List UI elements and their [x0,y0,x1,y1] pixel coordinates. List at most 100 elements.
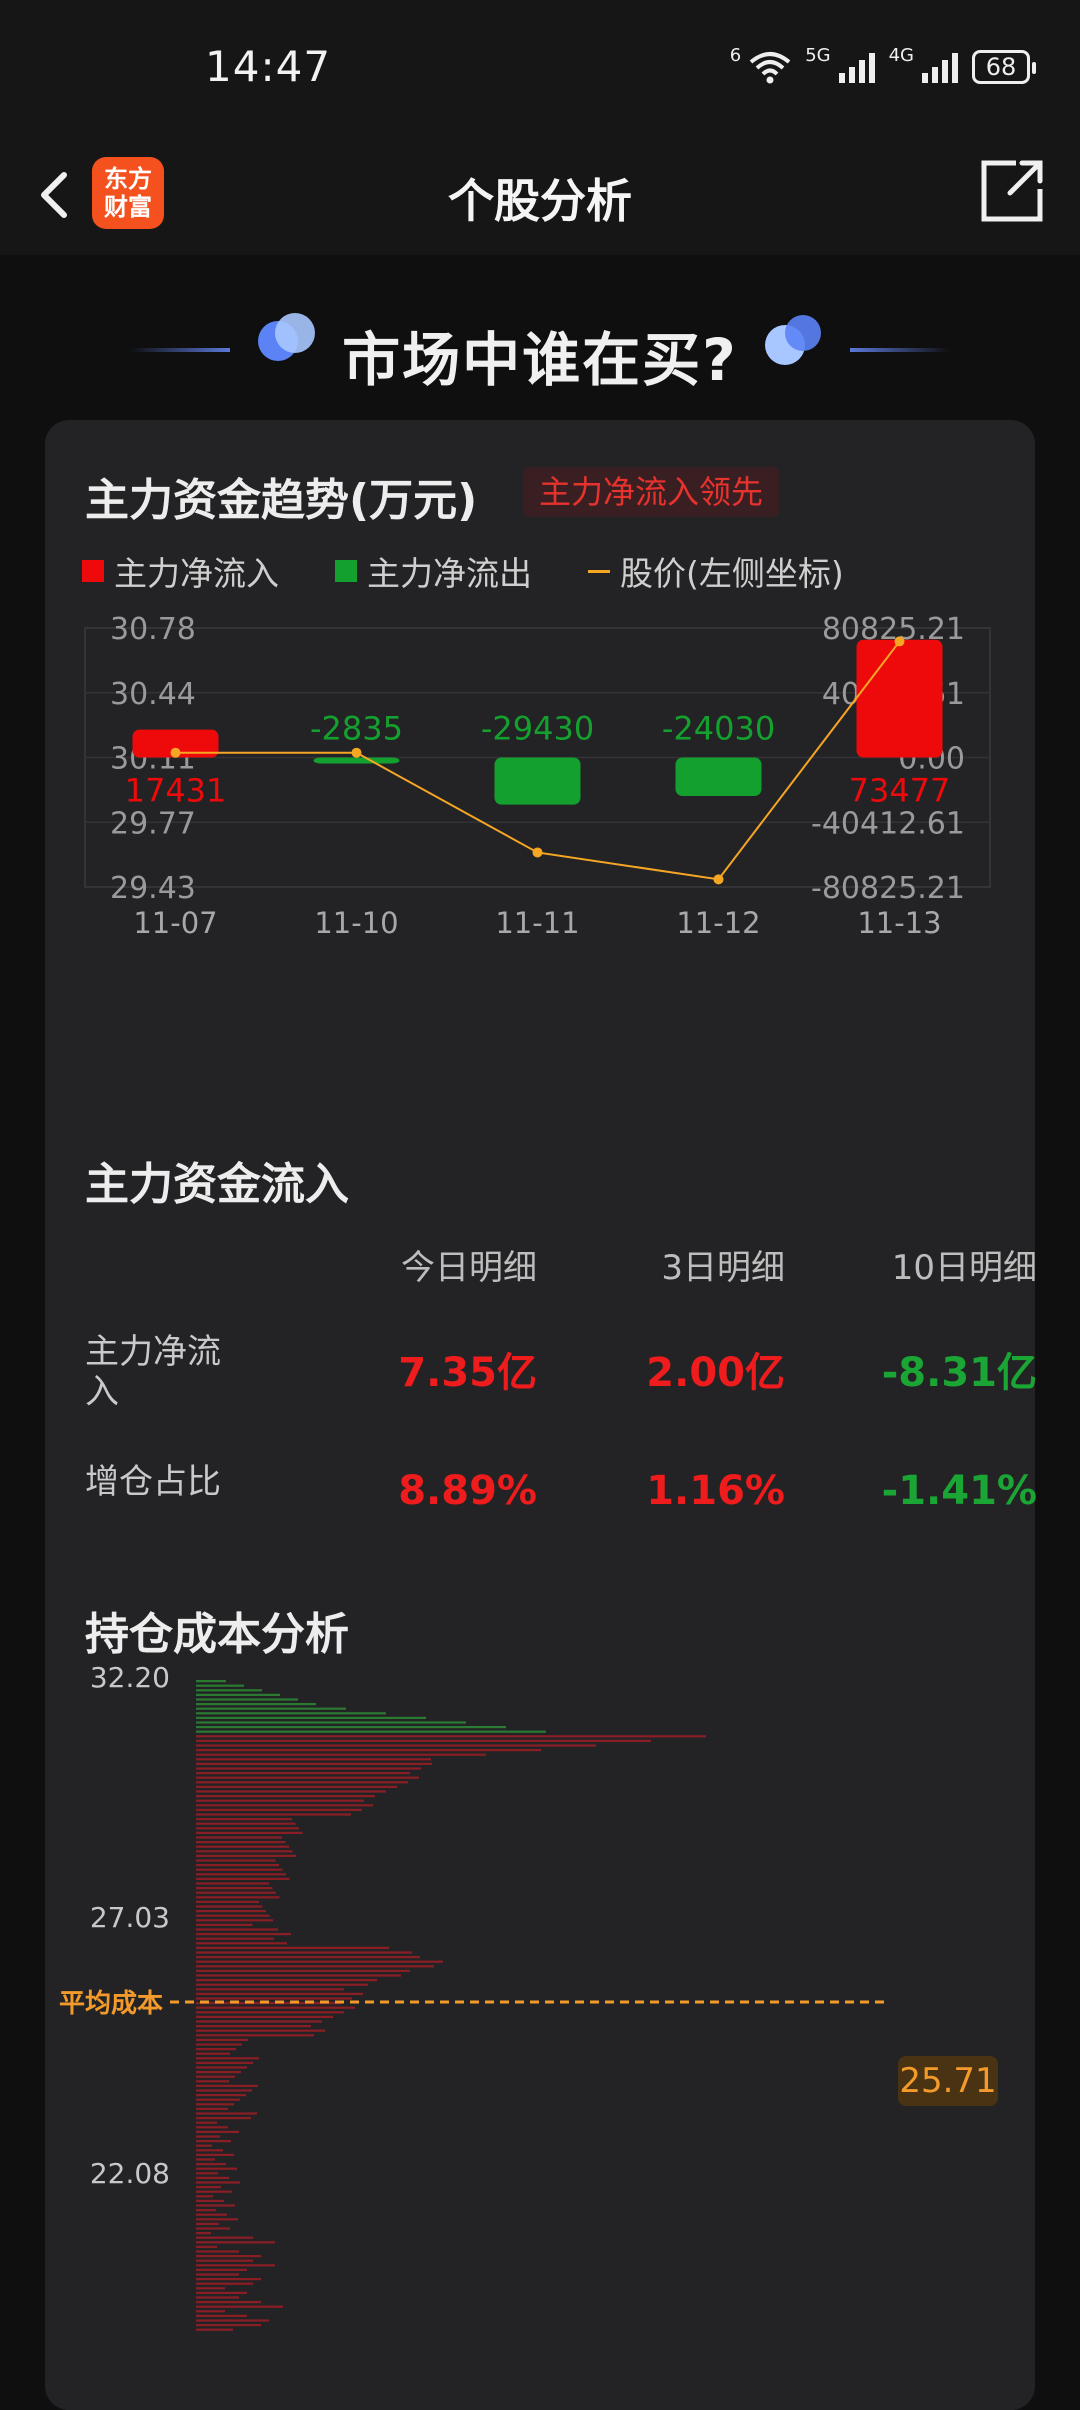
cost-bar [196,2273,239,2276]
cost-tick-label: 32.20 [90,1661,170,1694]
cost-bar [196,2218,238,2221]
cost-bar [196,1758,431,1761]
row-label-position-ratio: 增仓占比 [85,1462,221,1502]
cost-bar [196,1804,373,1807]
cost-bar [196,1923,253,1926]
cost-bar [196,2144,212,2147]
cost-bar [196,1946,389,1949]
cost-bar [196,1831,303,1834]
avg-cost-badge: 25.71 [898,2056,998,2106]
cost-bar [196,2305,283,2308]
cost-bar [196,1693,280,1696]
chevron-left-icon[interactable] [30,163,80,227]
cost-bar [196,1813,351,1816]
cost-bar [196,2158,215,2161]
cost-bar [196,2038,248,2041]
external-share-icon[interactable] [976,153,1050,227]
lead-tag: 主力净流入领先 [523,467,780,517]
cost-bar [196,1919,273,1922]
holding-cost-chart: 32.20 27.03 22.08 平均成本 [59,1661,890,2331]
cost-bar [196,1905,263,1908]
fund-bar[interactable] [675,757,762,797]
fund-bar[interactable] [856,639,943,758]
cost-bar [196,2319,269,2322]
cost-bar [196,1689,262,1692]
legend-swatch-price [588,569,610,573]
cost-bar [196,2057,259,2060]
cost-bar [196,2117,251,2120]
cost-bar [196,2291,247,2294]
net-inflow-10day: -8.31亿 [881,1350,1037,1396]
cost-bar [196,2020,322,2023]
cost-bar [196,1942,287,1945]
legend-label: 主力净流入 [114,554,279,593]
left-tick-label: 30.78 [110,612,196,647]
x-tick-label: 11-10 [314,906,398,940]
section-banner: 市场中谁在买? [0,255,1080,420]
cost-bar [196,2268,247,2271]
cost-bar [196,2071,241,2074]
cost-bar [196,1799,364,1802]
cost-bar [196,1730,546,1733]
cost-bar [196,2011,344,2014]
price-point [170,747,181,758]
cost-bar [196,2135,220,2138]
cost-bar [196,1827,299,1830]
cost-bar [196,1749,541,1752]
left-tick-label: 29.43 [110,871,196,906]
bar-value-label: 17431 [125,772,227,810]
legend-swatch-inflow [82,560,104,582]
cost-bar [196,1790,386,1793]
sim2-label: 4G [888,44,914,66]
cost-bar [196,1979,377,1982]
cost-bar [196,2098,240,2101]
cost-bar [196,2227,230,2230]
cost-bar [196,2153,234,2156]
cost-bar [196,2195,213,2198]
cost-bar [196,2015,333,2018]
position-ratio-3day: 1.16% [646,1468,785,1514]
trend-title: 主力资金趋势(万元) [85,475,478,526]
cost-bar [196,2328,233,2331]
cost-bar [196,2103,234,2106]
cost-bar [196,2080,229,2083]
cost-bar [196,1767,421,1770]
cost-bar [196,1818,292,1821]
cost-bar [196,2066,247,2069]
cost-bar [196,2259,253,2262]
cost-bar [196,2245,217,2248]
row-label-net-inflow: 主力净流入 [85,1332,221,1412]
cost-bar [196,2209,216,2212]
cost-bar [196,1933,291,1936]
cost-bar [196,1703,316,1706]
cost-bar [196,1744,596,1747]
fund-bar[interactable] [313,757,400,764]
cost-bar [196,2140,231,2143]
cost-bar [196,1956,420,1959]
signal-4g-icon [922,51,958,83]
cost-bar [196,1928,278,1931]
fund-bar[interactable] [494,757,581,805]
cost-bar [196,2314,247,2317]
cost-bar [196,1965,434,1968]
logo-line-2: 财富 [104,193,152,221]
cost-bar [196,1887,273,1890]
cost-bar [196,2163,226,2166]
cost-bar [196,1776,419,1779]
banner-title: 市场中谁在买? [342,326,738,394]
cost-bar [196,2052,230,2055]
cost-bar [196,2186,221,2189]
cost-bar [196,1937,274,1940]
x-tick-label: 11-12 [676,906,760,940]
cost-bar [196,2084,258,2087]
price-point [713,874,724,885]
cost-bar [196,2264,275,2267]
cost-bar [196,2287,225,2290]
battery-icon: 68 [972,50,1036,84]
cost-bar [196,2222,219,2225]
analysis-card: 主力资金趋势(万元) 主力净流入领先 主力净流入 主力净流出 股价(左侧坐标) … [45,420,1037,2410]
cost-bar [196,1997,352,2000]
bar-value-label: -2835 [310,710,403,748]
cost-bar [196,1969,410,1972]
cost-bar [196,2112,257,2115]
